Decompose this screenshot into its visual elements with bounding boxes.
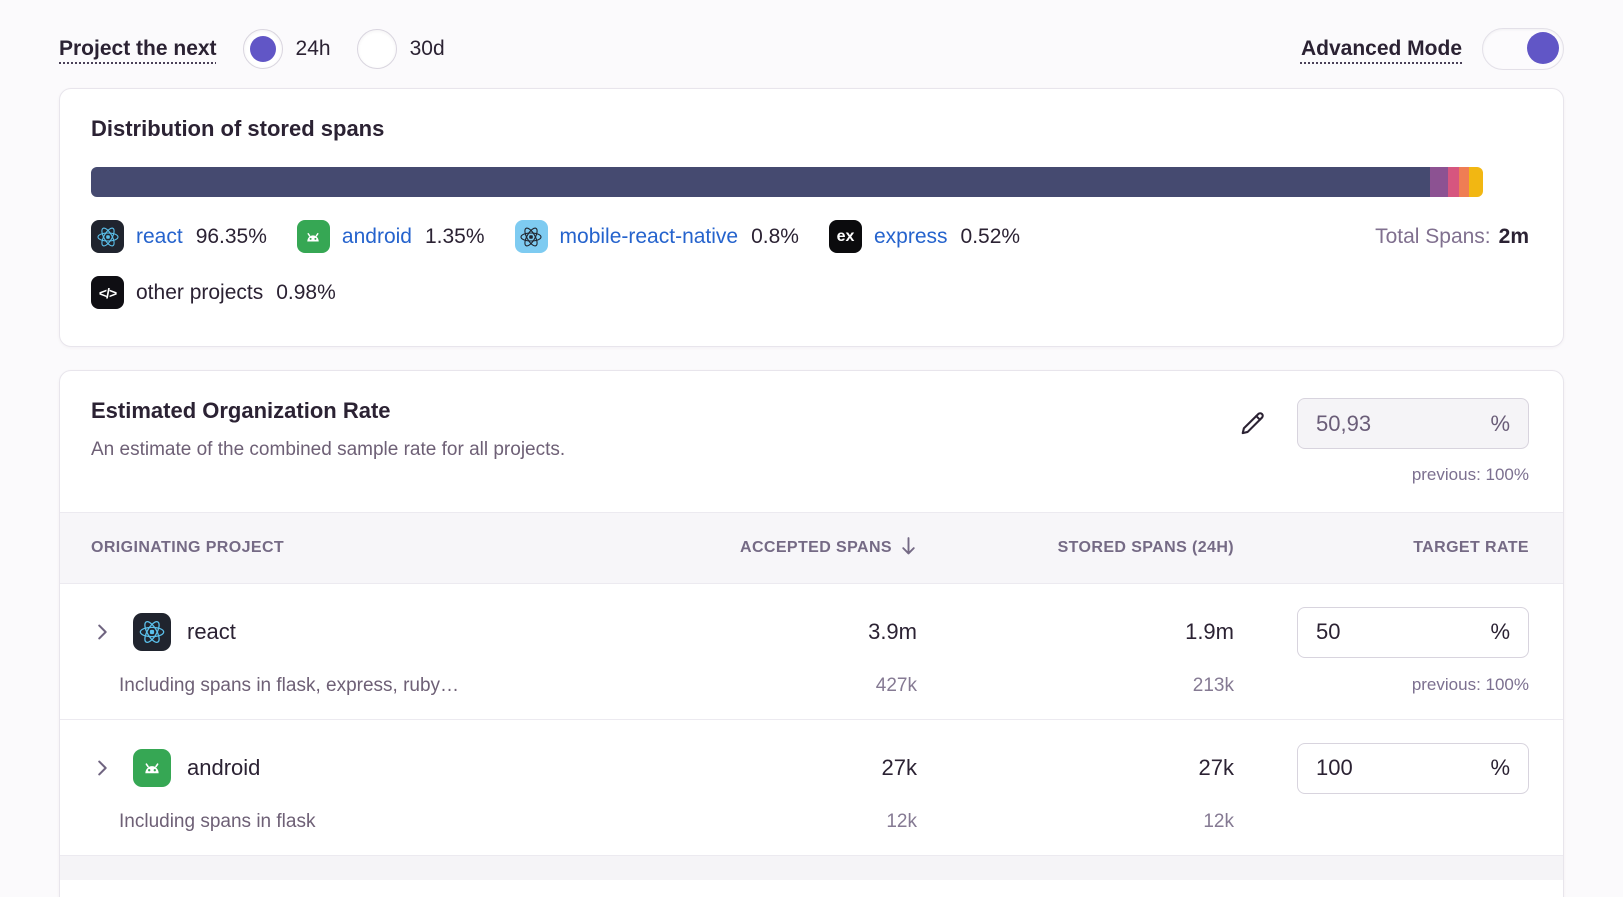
express-icon: ex — [829, 220, 862, 253]
stored-spans-value: 27k — [917, 755, 1234, 781]
legend-item-react: react 96.35% — [91, 220, 267, 253]
table-header: ORIGINATING PROJECT ACCEPTED SPANS STORE… — [60, 512, 1563, 584]
code-icon: </> — [91, 276, 124, 309]
edit-rate-button[interactable] — [1239, 410, 1267, 441]
legend-item-other-projects: </> other projects 0.98% — [91, 276, 336, 309]
legend-item-express: ex express 0.52% — [829, 220, 1020, 253]
android-bar-segment[interactable] — [1430, 167, 1449, 197]
distribution-bar — [91, 167, 1483, 197]
table-next-row-edge — [60, 856, 1563, 880]
org-rate-title: Estimated Organization Rate — [91, 398, 1239, 424]
accepted-spans-value: 27k — [685, 755, 917, 781]
org-rate-input-wrap: % — [1297, 398, 1529, 449]
org-rate-previous: previous: 100% — [1412, 465, 1529, 485]
radio-24h-label: 24h — [296, 37, 331, 61]
col-stored-spans: STORED SPANS (24H) — [917, 539, 1234, 557]
legend-item-android: android 1.35% — [297, 220, 485, 253]
target-rate-unit: % — [1490, 755, 1510, 781]
org-rate-header: Estimated Organization Rate An estimate … — [60, 371, 1563, 485]
project-link-express[interactable]: express — [874, 225, 948, 249]
project-name: react — [187, 619, 236, 645]
legend-item-mobile-react-native: mobile-react-native 0.8% — [515, 220, 799, 253]
pencil-icon — [1239, 410, 1267, 438]
legend-row-1: react 96.35% android 1.35% mobile-react-… — [91, 220, 1529, 253]
target-rate-input-wrap: % — [1297, 607, 1529, 658]
legend-percent: 1.35% — [425, 225, 485, 249]
legend-percent: 0.52% — [961, 225, 1021, 249]
col-originating-project: ORIGINATING PROJECT — [91, 539, 685, 557]
react-icon — [133, 613, 171, 651]
advanced-mode-toggle[interactable] — [1482, 28, 1564, 70]
projection-label[interactable]: Project the next — [59, 37, 217, 61]
target-rate-unit: % — [1490, 619, 1510, 645]
row-previous-rate: previous: 100% — [1234, 675, 1529, 695]
chevron-right-icon — [91, 757, 113, 779]
express-bar-segment[interactable] — [1459, 167, 1469, 197]
legend-row-2: </> other projects 0.98% — [91, 276, 1529, 309]
total-spans-label: Total Spans: — [1375, 225, 1491, 248]
org-rate-card: Estimated Organization Rate An estimate … — [59, 370, 1564, 897]
radio-30d-label: 30d — [410, 37, 445, 61]
accepted-spans-sub: 12k — [685, 811, 917, 833]
distribution-card: Distribution of stored spans react 96.35… — [59, 88, 1564, 347]
advanced-mode-label[interactable]: Advanced Mode — [1301, 37, 1462, 61]
toggle-knob-icon — [1527, 32, 1559, 64]
col-target-rate: TARGET RATE — [1234, 539, 1529, 557]
sort-descending-icon — [900, 536, 917, 560]
legend-percent: 96.35% — [196, 225, 267, 249]
table-row-android: android 27k 27k % Including spans in fla… — [60, 720, 1563, 856]
other-projects-bar-segment[interactable] — [1469, 167, 1483, 197]
radio-option-24h[interactable]: 24h — [243, 29, 331, 69]
legend-percent: 0.8% — [751, 225, 799, 249]
project-link-android[interactable]: android — [342, 225, 412, 249]
legend-percent: 0.98% — [276, 281, 336, 305]
android-icon — [297, 220, 330, 253]
accepted-spans-value: 3.9m — [685, 619, 917, 645]
react-icon — [91, 220, 124, 253]
stored-spans-value: 1.9m — [917, 619, 1234, 645]
react-bar-segment[interactable] — [91, 167, 1430, 197]
row-subtext: Including spans in flask, express, ruby… — [91, 675, 685, 697]
other-projects-label: other projects — [136, 281, 263, 305]
accepted-spans-sub: 427k — [685, 675, 917, 697]
expand-row-button[interactable] — [91, 757, 113, 779]
project-name: android — [187, 755, 260, 781]
projection-toolbar: Project the next 24h 30d Advanced Mode — [0, 0, 1623, 78]
radio-30d-circle[interactable] — [357, 29, 397, 69]
stored-spans-sub: 213k — [917, 675, 1234, 697]
chevron-right-icon — [91, 621, 113, 643]
total-spans: Total Spans: 2m — [1375, 225, 1529, 249]
stored-spans-sub: 12k — [917, 811, 1234, 833]
project-link-mobile-react-native[interactable]: mobile-react-native — [560, 225, 739, 249]
row-subtext: Including spans in flask — [91, 811, 685, 833]
col-accepted-spans[interactable]: ACCEPTED SPANS — [685, 536, 917, 560]
org-rate-subtitle: An estimate of the combined sample rate … — [91, 439, 1239, 461]
org-rate-input[interactable] — [1316, 411, 1490, 437]
target-rate-input-wrap: % — [1297, 743, 1529, 794]
radio-24h-circle[interactable] — [243, 29, 283, 69]
distribution-title: Distribution of stored spans — [91, 116, 1529, 142]
react-native-icon — [515, 220, 548, 253]
android-icon — [133, 749, 171, 787]
target-rate-input[interactable] — [1316, 619, 1490, 645]
project-link-react[interactable]: react — [136, 225, 183, 249]
mobile-react-native-bar-segment[interactable] — [1448, 167, 1459, 197]
org-rate-unit: % — [1490, 411, 1510, 437]
total-spans-value: 2m — [1499, 225, 1529, 248]
expand-row-button[interactable] — [91, 621, 113, 643]
target-rate-input[interactable] — [1316, 755, 1490, 781]
radio-option-30d[interactable]: 30d — [357, 29, 445, 69]
table-row-react: react 3.9m 1.9m % Including spans in fla… — [60, 584, 1563, 720]
